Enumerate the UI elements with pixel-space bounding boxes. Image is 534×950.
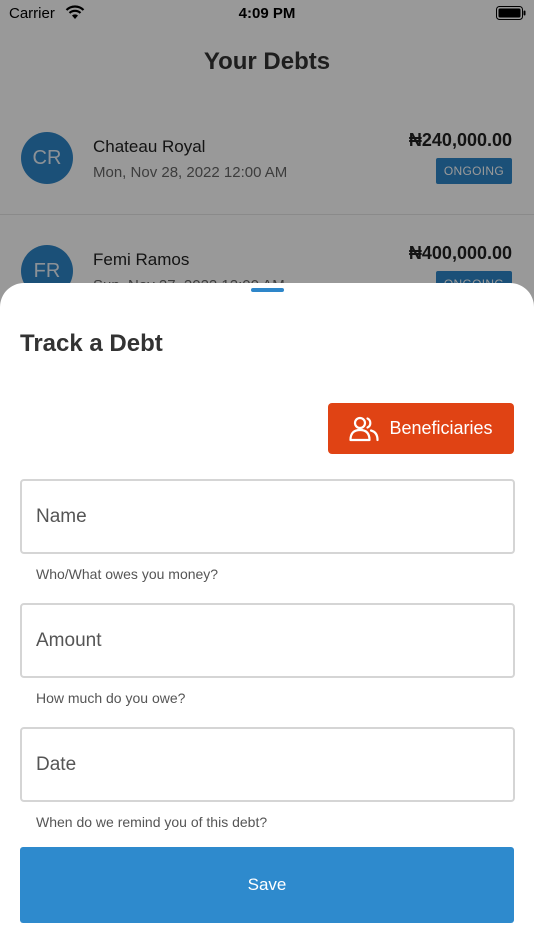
sheet-title: Track a Debt bbox=[20, 330, 163, 357]
track-debt-sheet: Track a Debt Beneficiaries Who/What owes… bbox=[0, 283, 534, 950]
date-input[interactable] bbox=[22, 729, 513, 800]
name-input[interactable] bbox=[22, 481, 513, 552]
amount-input[interactable] bbox=[22, 605, 513, 676]
date-helper-text: When do we remind you of this debt? bbox=[36, 814, 268, 830]
amount-field[interactable] bbox=[20, 603, 515, 678]
beneficiaries-button[interactable]: Beneficiaries bbox=[328, 403, 514, 454]
amount-helper-text: How much do you owe? bbox=[36, 690, 186, 706]
users-icon bbox=[349, 416, 380, 441]
name-field[interactable] bbox=[20, 479, 515, 554]
date-field[interactable] bbox=[20, 727, 515, 802]
sheet-drag-handle[interactable] bbox=[251, 288, 284, 292]
save-button[interactable]: Save bbox=[20, 847, 514, 923]
beneficiaries-label: Beneficiaries bbox=[389, 418, 493, 438]
name-helper-text: Who/What owes you money? bbox=[36, 566, 219, 582]
